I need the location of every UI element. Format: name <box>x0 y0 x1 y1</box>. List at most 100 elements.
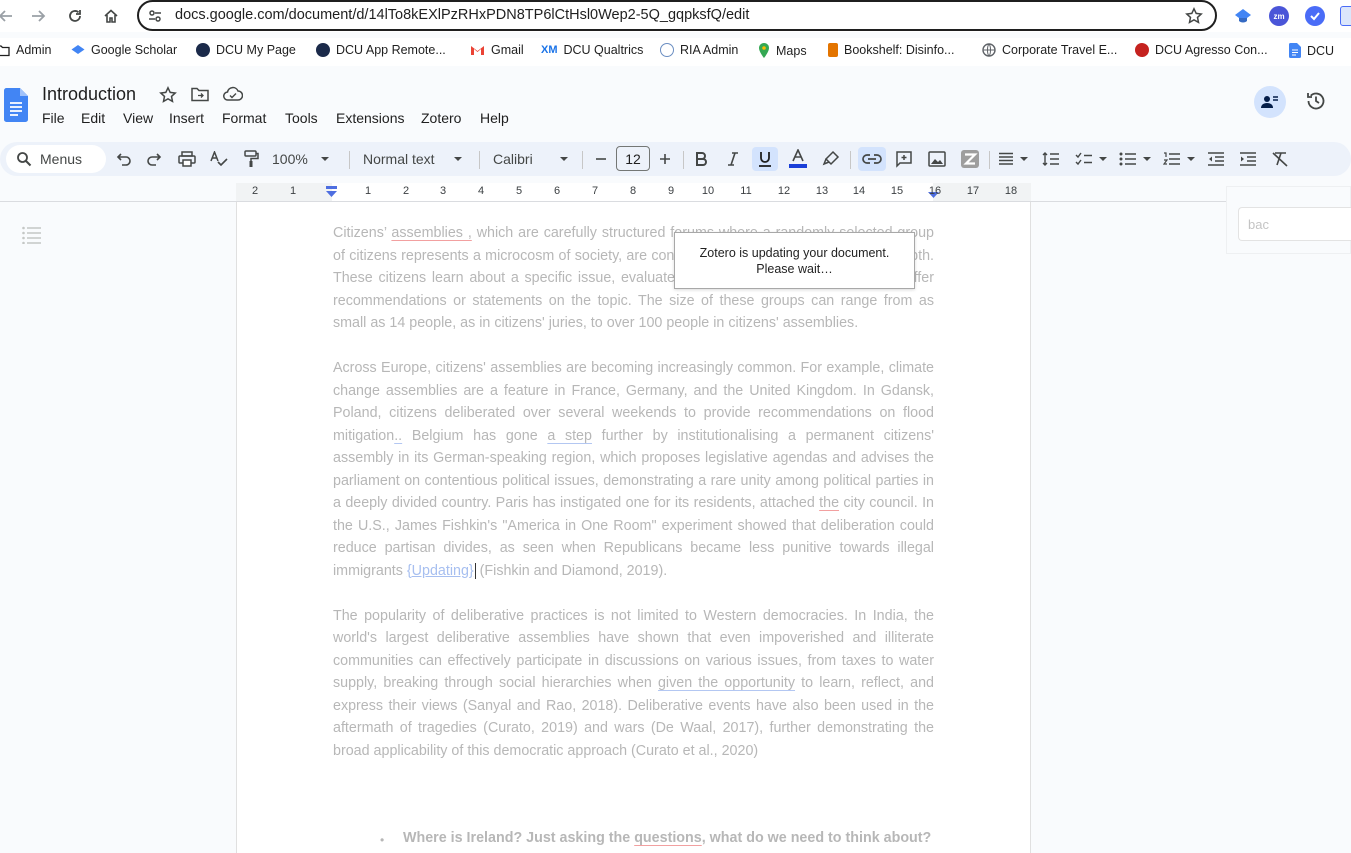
line-spacing-icon[interactable] <box>1040 147 1062 171</box>
menu-insert[interactable]: Insert <box>169 110 204 126</box>
back-icon[interactable] <box>0 4 18 28</box>
grammar-suggestion[interactable]: given the opportunity <box>658 675 795 691</box>
bookmark-dcu-qualtrics[interactable]: XM DCU Qualtrics <box>541 43 643 57</box>
bookmark-gmail[interactable]: Gmail <box>470 43 524 57</box>
version-history-icon[interactable] <box>1305 90 1329 114</box>
text-color-button[interactable] <box>787 147 809 171</box>
spellcheck-icon[interactable] <box>209 147 229 171</box>
star-icon[interactable] <box>159 86 179 106</box>
bookmark-ria-admin[interactable]: RIA Admin <box>660 43 738 57</box>
text-run: Belgium has gone <box>402 427 548 444</box>
zoom-dropdown[interactable]: 100% <box>272 147 342 171</box>
menu-tools[interactable]: Tools <box>285 110 318 126</box>
bookmark-star-icon[interactable] <box>1185 7 1203 25</box>
add-comment-icon[interactable] <box>893 147 915 171</box>
paragraph[interactable]: Across Europe, citizens' assemblies are … <box>333 357 934 582</box>
check-extension-icon[interactable] <box>1305 6 1325 26</box>
menus-search[interactable]: Menus <box>6 145 106 173</box>
bold-icon <box>696 152 707 166</box>
menu-extensions[interactable]: Extensions <box>336 110 404 126</box>
grammar-suggestion[interactable]: a step <box>547 428 592 444</box>
url-bar[interactable]: docs.google.com/document/d/14lTo8kEXlPzR… <box>137 0 1217 31</box>
spelling-error[interactable]: questions <box>634 830 702 846</box>
bold-button[interactable] <box>690 147 712 171</box>
undo-icon[interactable] <box>113 147 133 171</box>
menu-help[interactable]: Help <box>480 110 509 126</box>
move-folder-icon[interactable] <box>191 86 211 106</box>
bookmark-bookshelf[interactable]: Bookshelf: Disinfo... <box>828 43 954 57</box>
font-size-input[interactable]: 12 <box>616 146 650 171</box>
zm-extension-icon[interactable]: zm <box>1269 6 1289 26</box>
align-justify-icon <box>999 152 1013 165</box>
home-icon[interactable] <box>99 4 123 28</box>
profile-extension-icon[interactable] <box>1340 6 1351 26</box>
scholar-extension-icon[interactable] <box>1233 6 1253 26</box>
insert-link-button[interactable] <box>858 147 886 171</box>
ruler[interactable]: 2 1 1 2 3 4 5 6 7 8 9 10 11 12 13 14 15 … <box>0 183 1351 202</box>
italic-button[interactable] <box>722 147 744 171</box>
site-settings-icon[interactable] <box>147 8 163 24</box>
bulleted-list-dropdown[interactable] <box>1117 147 1153 171</box>
bookmark-dcu-my-page[interactable]: DCU My Page <box>196 43 296 57</box>
bookmark-google-scholar[interactable]: Google Scholar <box>71 43 177 57</box>
paragraph[interactable]: The popularity of deliberative practices… <box>333 605 934 763</box>
forward-icon[interactable] <box>26 4 50 28</box>
meet-share-icon[interactable] <box>1254 86 1286 118</box>
document-outline-icon[interactable] <box>22 226 42 244</box>
menu-edit[interactable]: Edit <box>81 110 105 126</box>
menu-view[interactable]: View <box>123 110 153 126</box>
zotero-citation-placeholder[interactable]: {Updating} <box>407 563 474 579</box>
bookmark-label: Gmail <box>491 43 524 57</box>
bookmarks-bar: Admin Google Scholar DCU My Page DCU App… <box>0 38 1351 66</box>
clear-formatting-icon[interactable] <box>1269 147 1291 171</box>
bookmark-corporate-travel[interactable]: Corporate Travel E... <box>982 43 1117 57</box>
print-icon[interactable] <box>177 147 197 171</box>
menus-search-label: Menus <box>40 151 83 167</box>
browser-address-bar: docs.google.com/document/d/14lTo8kEXlPzR… <box>0 0 1351 32</box>
folder-icon <box>0 44 10 56</box>
docs-logo-icon[interactable] <box>4 88 28 122</box>
bookmark-dcu-app-remote[interactable]: DCU App Remote... <box>316 43 446 57</box>
spelling-error[interactable]: assemblies , <box>391 225 471 241</box>
bookmark-maps[interactable]: Maps <box>758 43 807 58</box>
document-body[interactable]: Citizens’ assemblies , which are careful… <box>333 222 934 785</box>
zotero-icon[interactable] <box>958 147 982 171</box>
paint-format-icon[interactable] <box>241 147 261 171</box>
chevron-down-icon <box>320 157 329 161</box>
left-indent-marker-icon[interactable] <box>326 186 337 198</box>
spelling-error[interactable]: the <box>819 495 839 511</box>
side-panel-input[interactable]: bac <box>1238 207 1351 241</box>
checklist-dropdown[interactable] <box>1073 147 1109 171</box>
text-run: , what do we need to think about? <box>701 830 932 846</box>
cloud-saved-icon[interactable] <box>223 86 243 106</box>
scholar-icon <box>71 44 85 54</box>
numbered-list-dropdown[interactable] <box>1161 147 1197 171</box>
reload-icon[interactable] <box>63 4 87 28</box>
menu-file[interactable]: File <box>42 110 65 126</box>
decrease-font-size-icon[interactable] <box>591 147 611 171</box>
decrease-indent-icon[interactable] <box>1205 147 1227 171</box>
document-page[interactable]: Citizens’ assemblies , which are careful… <box>236 202 1031 853</box>
dialog-message: Please wait… <box>756 261 833 276</box>
bookmark-label: Maps <box>776 43 807 58</box>
underline-button[interactable] <box>752 147 778 171</box>
bookmark-dcu-agresso[interactable]: DCU Agresso Con... <box>1135 43 1268 57</box>
insert-image-icon[interactable] <box>926 147 948 171</box>
chevron-down-icon <box>1020 156 1028 161</box>
menu-format[interactable]: Format <box>222 110 266 126</box>
align-dropdown[interactable] <box>996 147 1030 171</box>
font-dropdown[interactable]: Calibri <box>489 147 573 171</box>
section-heading[interactable]: Where is Ireland? Just asking the questi… <box>403 830 931 846</box>
menu-zotero[interactable]: Zotero <box>421 110 461 126</box>
document-title[interactable]: Introduction <box>42 84 136 105</box>
increase-indent-icon[interactable] <box>1237 147 1259 171</box>
qualtrics-icon: XM <box>541 44 558 56</box>
search-icon <box>17 152 32 167</box>
grammar-suggestion[interactable]: .. <box>394 428 402 444</box>
bookmark-dcu[interactable]: DCU <box>1289 43 1334 58</box>
style-dropdown[interactable]: Normal text <box>359 147 467 171</box>
redo-icon[interactable] <box>145 147 165 171</box>
increase-font-size-icon[interactable] <box>655 147 675 171</box>
bookmark-admin[interactable]: Admin <box>0 43 51 57</box>
highlight-color-button[interactable] <box>820 147 842 171</box>
